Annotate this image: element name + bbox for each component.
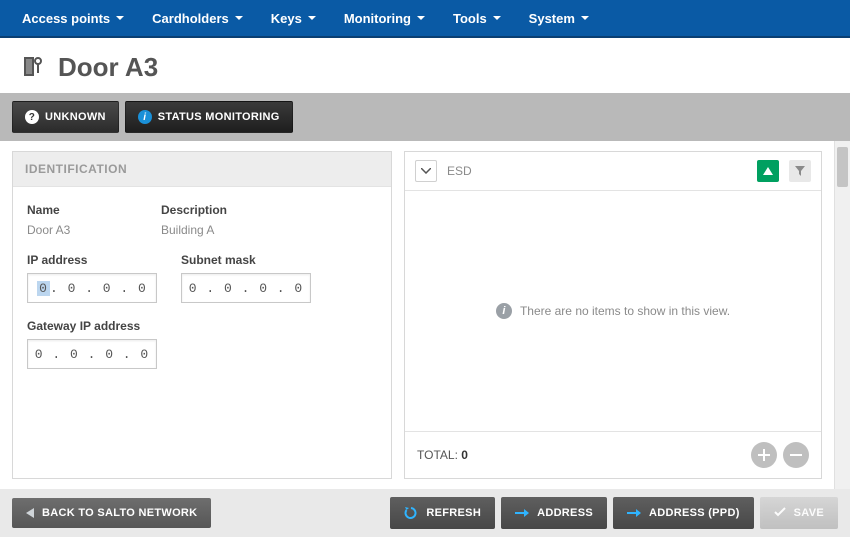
esd-header: ESD (405, 152, 821, 191)
nav-label: Access points (22, 11, 110, 26)
nav-cardholders[interactable]: Cardholders (138, 0, 257, 36)
arrow-right-icon (515, 509, 529, 517)
minus-icon (790, 449, 802, 461)
chevron-down-icon (308, 16, 316, 21)
page-title: Door A3 (58, 52, 158, 83)
ip-address-input[interactable]: 0 . 0 . 0 . 0 (27, 273, 157, 303)
nav-tools[interactable]: Tools (439, 0, 515, 36)
filter-button[interactable] (789, 160, 811, 182)
chevron-down-icon (417, 16, 425, 21)
tab-status-monitoring[interactable]: i STATUS MONITORING (125, 101, 293, 133)
subnet-mask-label: Subnet mask (181, 253, 311, 267)
page-header: Door A3 (0, 38, 850, 93)
content-area: IDENTIFICATION Name Door A3 Description … (0, 141, 834, 489)
top-navbar: Access points Cardholders Keys Monitorin… (0, 0, 850, 38)
chevron-left-icon (26, 508, 34, 518)
content-wrap: IDENTIFICATION Name Door A3 Description … (0, 141, 850, 489)
mode-tabs-row: ? UNKNOWN i STATUS MONITORING (0, 93, 850, 141)
nav-label: Tools (453, 11, 487, 26)
esd-empty-list: i There are no items to show in this vie… (405, 191, 821, 431)
subnet-mask-input[interactable]: 0 . 0 . 0 . 0 (181, 273, 311, 303)
chevron-down-icon (116, 16, 124, 21)
panel-heading: IDENTIFICATION (13, 152, 391, 187)
empty-list-text: There are no items to show in this view. (520, 304, 730, 318)
chevron-down-icon (581, 16, 589, 21)
plus-icon (758, 449, 770, 461)
address-button[interactable]: ADDRESS (501, 497, 607, 529)
arrow-right-icon (627, 509, 641, 517)
refresh-button[interactable]: REFRESH (390, 497, 495, 529)
subnet-value: 0 . 0 . 0 . 0 (189, 281, 303, 296)
triangle-up-icon (763, 167, 773, 175)
esd-total: TOTAL: 0 (417, 448, 468, 462)
scrollbar-thumb[interactable] (837, 147, 848, 187)
name-label: Name (27, 203, 137, 217)
back-label: BACK TO SALTO NETWORK (42, 507, 197, 519)
gateway-input[interactable]: 0 . 0 . 0 . 0 (27, 339, 157, 369)
panel-esd: ESD i There are no items to show in this… (404, 151, 822, 479)
tab-label: STATUS MONITORING (158, 111, 280, 123)
info-icon: i (138, 110, 152, 124)
sort-button[interactable] (757, 160, 779, 182)
esd-column-header[interactable]: ESD (447, 164, 747, 178)
nav-label: Monitoring (344, 11, 411, 26)
door-icon (20, 53, 46, 82)
nav-keys[interactable]: Keys (257, 0, 330, 36)
add-item-button[interactable] (751, 442, 777, 468)
vertical-scrollbar[interactable] (834, 141, 850, 489)
ip-rest: . 0 . 0 . 0 (50, 281, 147, 296)
panel-body: Name Door A3 Description Building A IP a… (13, 187, 391, 385)
refresh-icon (404, 506, 418, 520)
total-value: 0 (461, 448, 468, 462)
expand-toggle[interactable] (415, 160, 437, 182)
save-label: SAVE (794, 507, 824, 519)
chevron-down-icon (493, 16, 501, 21)
esd-footer: TOTAL: 0 (405, 431, 821, 478)
question-icon: ? (25, 110, 39, 124)
chevron-down-icon (421, 168, 431, 174)
nav-label: System (529, 11, 575, 26)
description-value: Building A (161, 223, 227, 237)
panel-identification: IDENTIFICATION Name Door A3 Description … (12, 151, 392, 479)
remove-item-button[interactable] (783, 442, 809, 468)
gateway-value: 0 . 0 . 0 . 0 (35, 347, 149, 362)
tab-label: UNKNOWN (45, 111, 106, 123)
nav-label: Cardholders (152, 11, 229, 26)
refresh-label: REFRESH (426, 507, 481, 519)
description-label: Description (161, 203, 227, 217)
funnel-icon (794, 165, 806, 177)
nav-label: Keys (271, 11, 302, 26)
nav-access-points[interactable]: Access points (8, 0, 138, 36)
nav-monitoring[interactable]: Monitoring (330, 0, 439, 36)
total-label: TOTAL: (417, 448, 458, 462)
address-label: ADDRESS (537, 507, 593, 519)
chevron-down-icon (235, 16, 243, 21)
back-button[interactable]: BACK TO SALTO NETWORK (12, 498, 211, 528)
page-footer: BACK TO SALTO NETWORK REFRESH ADDRESS AD… (0, 489, 850, 537)
ip-octet-selected: 0 (37, 281, 50, 296)
tab-unknown[interactable]: ? UNKNOWN (12, 101, 119, 133)
ip-address-label: IP address (27, 253, 157, 267)
check-icon (774, 507, 786, 520)
address-ppd-label: ADDRESS (PPD) (649, 507, 740, 519)
save-button: SAVE (760, 497, 838, 529)
gateway-label: Gateway IP address (27, 319, 377, 333)
nav-system[interactable]: System (515, 0, 603, 36)
info-icon: i (496, 303, 512, 319)
address-ppd-button[interactable]: ADDRESS (PPD) (613, 497, 754, 529)
name-value: Door A3 (27, 223, 137, 237)
